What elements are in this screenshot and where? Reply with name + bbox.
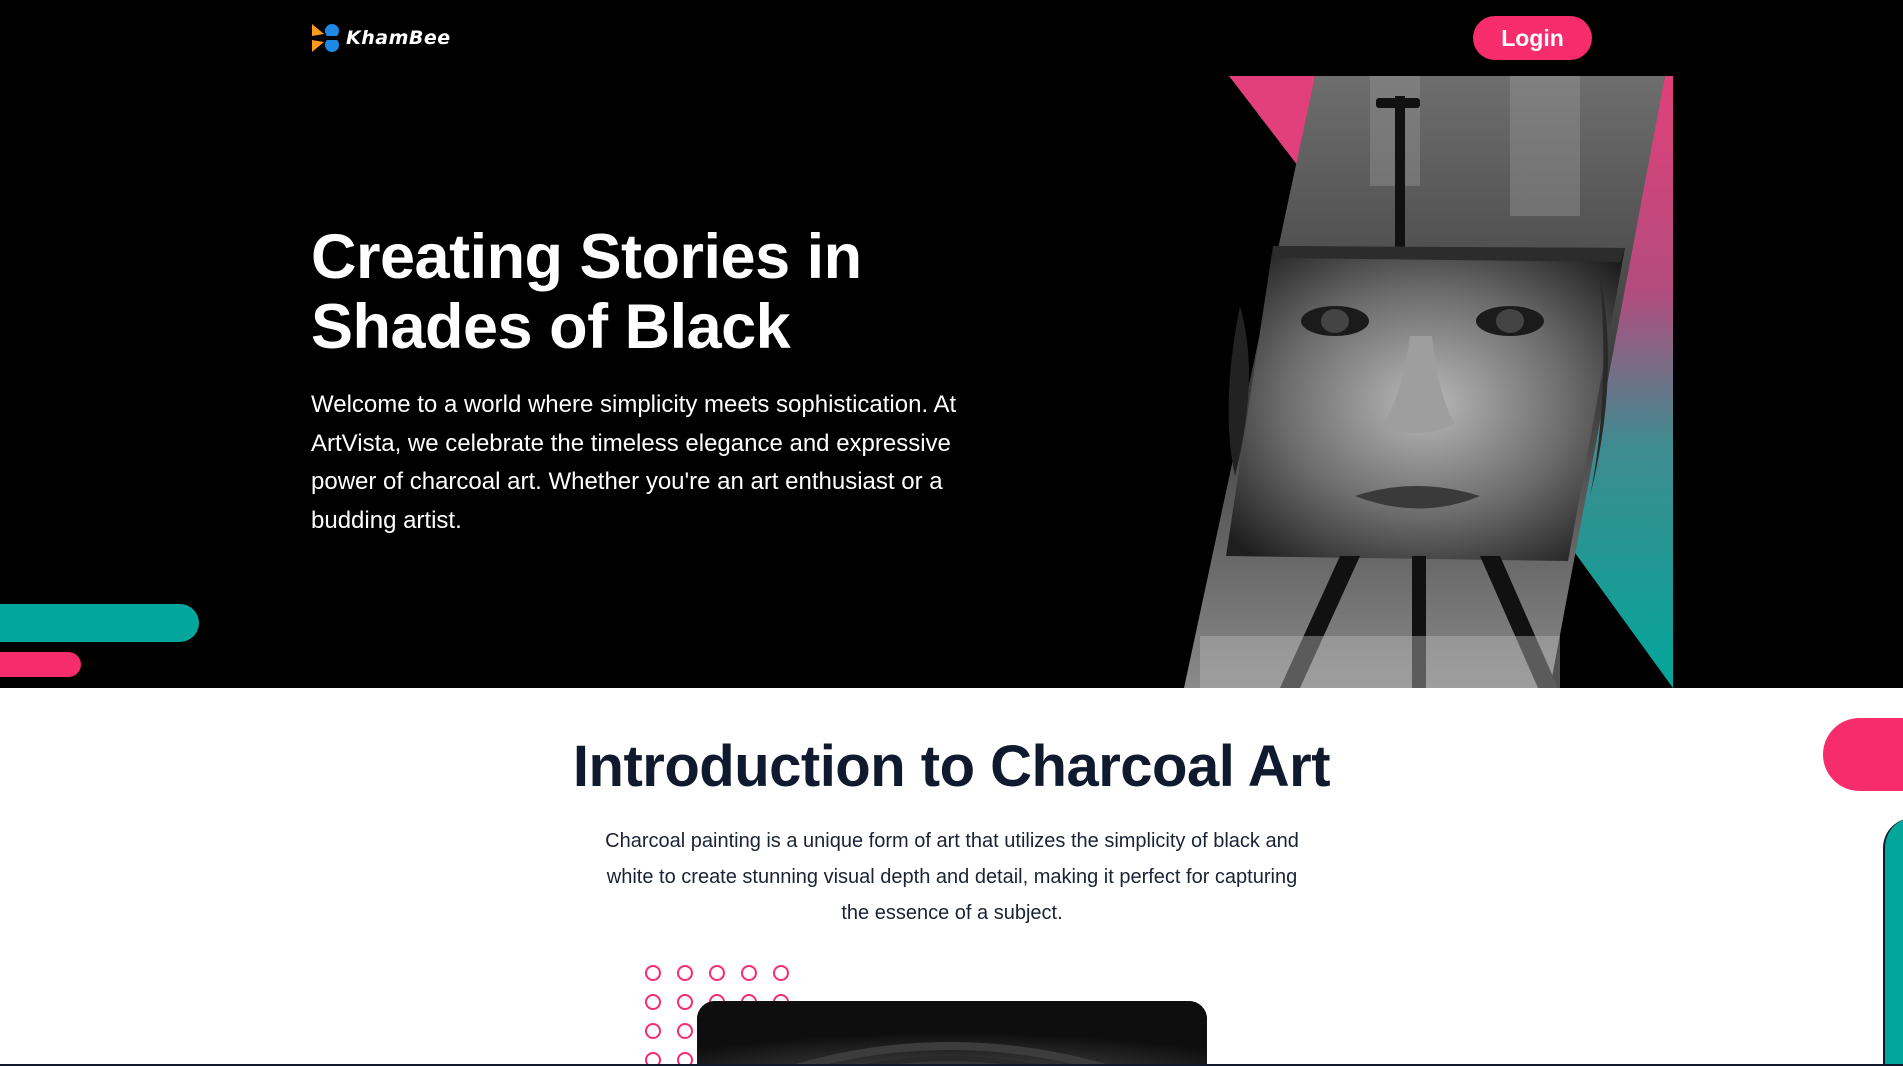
dot-icon	[645, 1023, 661, 1039]
charcoal-portrait-on-easel	[1184, 76, 1673, 688]
dot-icon	[645, 965, 661, 981]
hero-artwork	[1180, 76, 1673, 688]
login-button[interactable]: Login	[1473, 16, 1592, 60]
hero-description: Welcome to a world where simplicity meet…	[311, 391, 957, 534]
dot-icon	[741, 965, 757, 981]
dot-icon	[773, 965, 789, 981]
khambee-logo-icon	[312, 22, 342, 54]
decorative-teal-pill	[0, 604, 199, 642]
intro-description: Charcoal painting is a unique form of ar…	[605, 830, 1299, 924]
hero-title: Creating Stories in Shades of Black	[311, 222, 862, 362]
decorative-pink-pill	[0, 652, 81, 677]
decorative-pink-pill-right	[1823, 718, 1903, 791]
decorative-teal-shape-right	[1883, 818, 1903, 1066]
intro-portrait-image	[697, 1001, 1207, 1066]
logo-wordmark: KhamBee	[346, 27, 451, 49]
dot-icon	[677, 965, 693, 981]
dot-icon	[677, 1023, 693, 1039]
hero-section: KhamBee Login Creating Stories in Shades…	[0, 0, 1903, 688]
intro-title: Introduction to Charcoal Art	[572, 734, 1331, 799]
charcoal-face-closeup	[697, 1001, 1207, 1066]
dot-icon	[709, 965, 725, 981]
dot-icon	[677, 994, 693, 1010]
brand-logo[interactable]: KhamBee	[312, 22, 451, 54]
dot-icon	[645, 994, 661, 1010]
